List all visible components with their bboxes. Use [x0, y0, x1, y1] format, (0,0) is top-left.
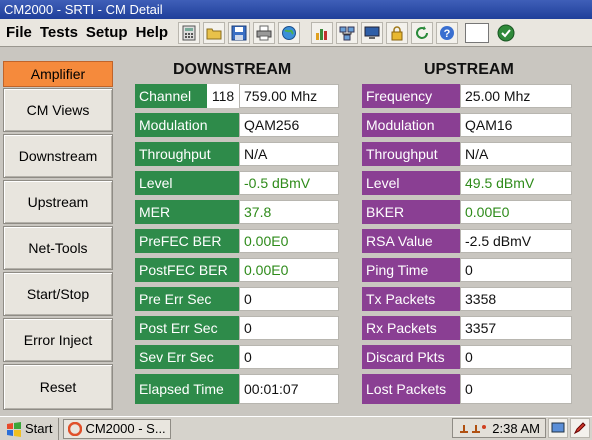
ds-value-mer: 37.8 — [239, 200, 339, 224]
lock-icon[interactable] — [386, 21, 409, 44]
help-icon[interactable]: ? — [436, 21, 459, 44]
ds-value-modulation: QAM256 — [239, 113, 339, 137]
taskbar-cm2000-button[interactable]: CM2000 - S... — [63, 418, 171, 439]
system-tray: 2:38 AM — [452, 418, 590, 438]
ds-label-sev-err-sec: Sev Err Sec — [135, 345, 239, 369]
us-value-rsa-value: -2.5 dBmV — [460, 229, 572, 253]
menu-bar: File Tests Setup Help ? — [0, 19, 592, 47]
us-value-tx-packets: 3358 — [460, 287, 572, 311]
ds-value-pre-err-sec: 0 — [239, 287, 339, 311]
ds-label-mer: MER — [135, 200, 239, 224]
us-label-discard-pkts: Discard Pkts — [362, 345, 460, 369]
ds-value-postfec-ber: 0.00E0 — [239, 258, 339, 282]
us-label-rsa-value: RSA Value — [362, 229, 460, 253]
us-label-throughput: Throughput — [362, 142, 460, 166]
ds-label-elapsed-time: Elapsed Time — [135, 374, 239, 404]
ds-label-prefec-ber: PreFEC BER — [135, 229, 239, 253]
us-value-level: 49.5 dBmV — [460, 171, 572, 195]
print-icon[interactable] — [253, 21, 276, 44]
ds-label-postfec-ber: PostFEC BER — [135, 258, 239, 282]
ds-label-pre-err-sec: Pre Err Sec — [135, 287, 239, 311]
us-value-lost-packets: 0 — [460, 374, 572, 404]
globe-icon[interactable] — [278, 21, 301, 44]
refresh-icon[interactable] — [411, 21, 434, 44]
windows-logo-icon — [7, 421, 21, 437]
us-label-tx-packets: Tx Packets — [362, 287, 460, 311]
nav-cm-views-button[interactable]: CM Views — [3, 88, 113, 132]
upstream-heading: UPSTREAM — [424, 61, 514, 78]
ds-label-modulation: Modulation — [135, 113, 239, 137]
menu-tests[interactable]: Tests — [36, 24, 82, 41]
calculator-icon[interactable] — [178, 21, 201, 44]
ds-label-throughput: Throughput — [135, 142, 239, 166]
ds-value-level: -0.5 dBmV — [239, 171, 339, 195]
taskbar: Start CM2000 - S... 2:38 AM — [0, 416, 592, 440]
chart-icon[interactable] — [311, 21, 334, 44]
us-value-ping-time: 0 — [460, 258, 572, 282]
ds-value-post-err-sec: 0 — [239, 316, 339, 340]
nav-downstream-button[interactable]: Downstream — [3, 134, 113, 178]
us-label-level: Level — [362, 171, 460, 195]
detail-panel: DOWNSTREAM UPSTREAM Channel 118 759.00 M… — [118, 47, 592, 415]
us-value-bker: 0.00E0 — [460, 200, 572, 224]
menu-file[interactable]: File — [0, 24, 36, 41]
status-box — [465, 22, 490, 43]
nav-net-tools-button[interactable]: Net-Tools — [3, 226, 113, 270]
taskbar-task-label: CM2000 - S... — [85, 421, 166, 436]
clock[interactable]: 2:38 AM — [492, 421, 540, 436]
start-button[interactable]: Start — [0, 417, 60, 440]
nav-upstream-button[interactable]: Upstream — [3, 180, 113, 224]
start-label: Start — [25, 421, 53, 436]
us-value-throughput: N/A — [460, 142, 572, 166]
open-folder-icon[interactable] — [203, 21, 226, 44]
nav-start-stop-button[interactable]: Start/Stop — [3, 272, 113, 316]
menu-setup[interactable]: Setup — [82, 24, 132, 41]
us-value-rx-packets: 3357 — [460, 316, 572, 340]
us-value-discard-pkts: 0 — [460, 345, 572, 369]
menu-help[interactable]: Help — [132, 24, 173, 41]
ds-value-elapsed-time: 00:01:07 — [239, 374, 339, 404]
ds-label-level: Level — [135, 171, 239, 195]
ds-value-prefec-ber: 0.00E0 — [239, 229, 339, 253]
downstream-heading: DOWNSTREAM — [173, 61, 292, 78]
us-label-rx-packets: Rx Packets — [362, 316, 460, 340]
monitor-icon[interactable] — [361, 21, 384, 44]
nav-reset-button[interactable]: Reset — [3, 364, 113, 410]
window-title: CM2000 - SRTI - CM Detail — [0, 0, 592, 19]
desktop-icon[interactable] — [548, 418, 568, 438]
us-value-frequency: 25.00 Mhz — [460, 84, 572, 108]
pen-icon[interactable] — [570, 418, 590, 438]
us-label-ping-time: Ping Time — [362, 258, 460, 282]
us-label-bker: BKER — [362, 200, 460, 224]
us-value-modulation: QAM16 — [460, 113, 572, 137]
us-label-modulation: Modulation — [362, 113, 460, 137]
svg-text:?: ? — [444, 28, 451, 40]
network-tray-icon[interactable] — [458, 421, 488, 435]
ds-value-channel: 759.00 Mhz — [239, 84, 339, 108]
save-icon[interactable] — [228, 21, 251, 44]
app-swirl-icon — [68, 421, 83, 436]
us-label-lost-packets: Lost Packets — [362, 374, 460, 404]
nav-error-inject-button[interactable]: Error Inject — [3, 318, 113, 362]
ds-value-sev-err-sec: 0 — [239, 345, 339, 369]
ds-value-throughput: N/A — [239, 142, 339, 166]
network-icon[interactable] — [336, 21, 359, 44]
ds-channel-number: 118 — [207, 84, 239, 108]
ds-label-post-err-sec: Post Err Sec — [135, 316, 239, 340]
ds-label-channel: Channel — [135, 84, 207, 108]
checkmark-icon[interactable] — [495, 22, 517, 44]
us-label-frequency: Frequency — [362, 84, 460, 108]
toolbar: ? — [178, 21, 517, 44]
nav-amplifier-button[interactable]: Amplifier — [3, 61, 113, 87]
